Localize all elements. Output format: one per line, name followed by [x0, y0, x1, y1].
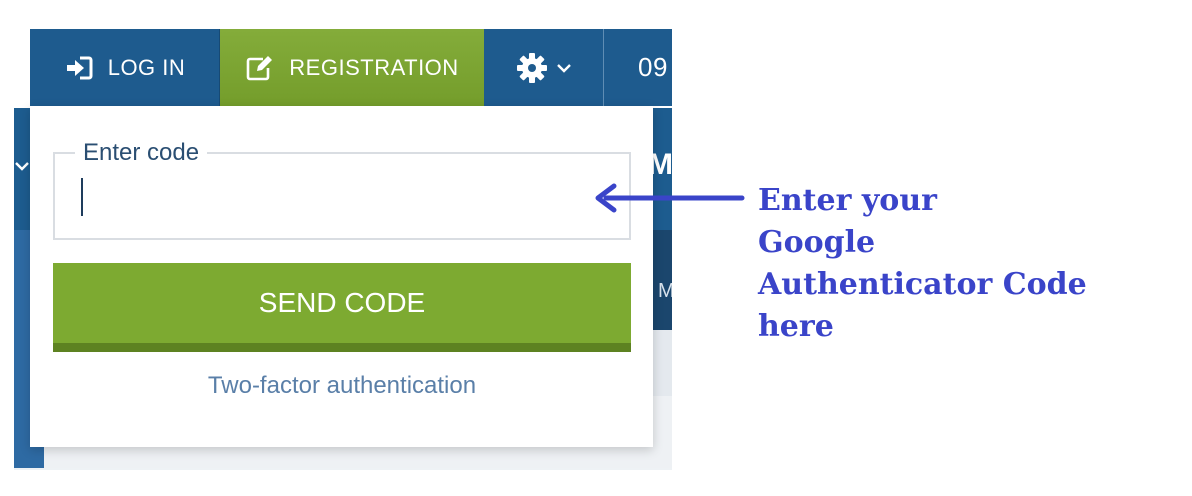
- annotation-line: Authenticator Code: [758, 267, 1087, 302]
- annotation-line: here: [758, 309, 834, 344]
- two-factor-link[interactable]: Two-factor authentication: [53, 372, 631, 400]
- code-input[interactable]: [81, 178, 585, 216]
- send-code-button[interactable]: SEND CODE: [53, 263, 631, 352]
- code-field: Enter code: [53, 140, 631, 240]
- annotation-text: Enter your Google Authenticator Code her…: [758, 180, 1087, 348]
- annotation-line: Google: [758, 225, 876, 260]
- code-popup: Enter code SEND CODE Two-factor authenti…: [30, 106, 653, 447]
- registration-button[interactable]: REGISTRATION: [220, 29, 484, 106]
- registration-label: REGISTRATION: [289, 54, 459, 80]
- text-caret: [81, 178, 83, 216]
- annotation-line: Enter your: [758, 183, 937, 218]
- login-button[interactable]: LOG IN: [30, 29, 220, 106]
- settings-button[interactable]: [484, 29, 604, 106]
- gear-icon: [516, 52, 548, 84]
- phone-label: 09: [638, 52, 668, 82]
- background-subnav-text: M: [658, 280, 672, 302]
- sign-in-icon: [64, 55, 94, 81]
- phone-number[interactable]: 09: [604, 29, 672, 106]
- annotation-arrow-icon: [595, 183, 745, 213]
- chevron-down-icon: [556, 62, 572, 74]
- code-field-label: Enter code: [75, 140, 208, 166]
- edit-icon: [245, 54, 275, 82]
- login-label: LOG IN: [107, 54, 186, 80]
- chevron-down-icon[interactable]: [14, 156, 30, 177]
- top-bar: LOG IN REGISTRATION 09: [30, 29, 672, 106]
